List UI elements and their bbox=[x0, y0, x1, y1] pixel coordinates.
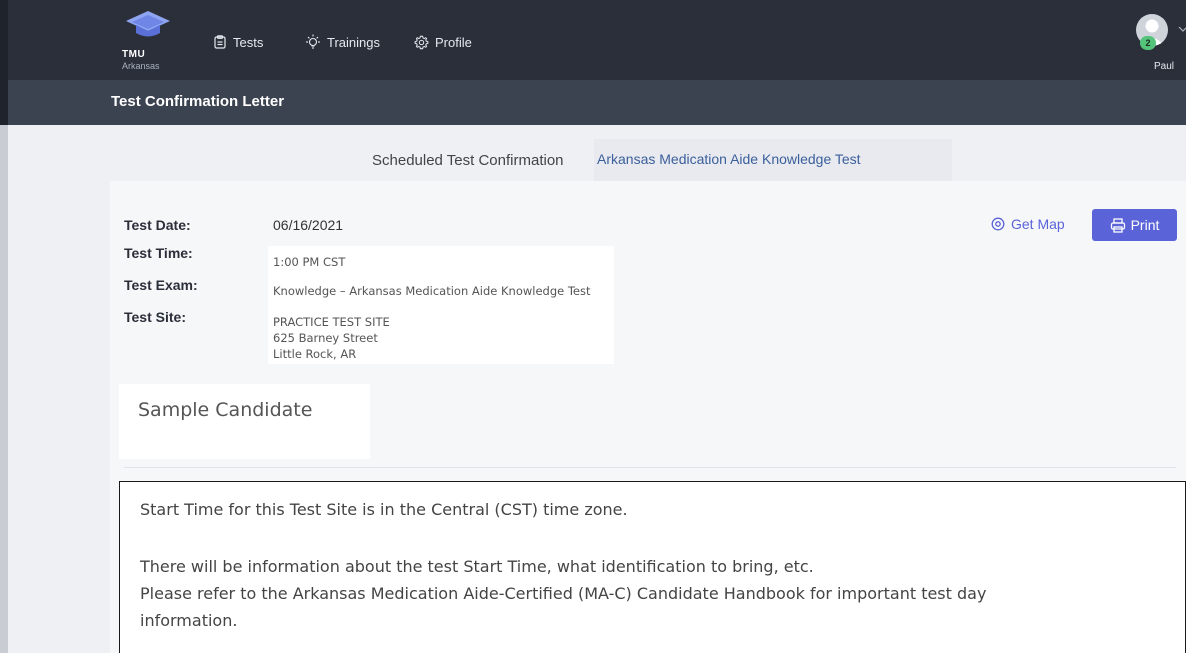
test-exam-value: Knowledge – Arkansas Medication Aide Kno… bbox=[273, 284, 591, 298]
nav-tests[interactable]: Tests bbox=[213, 32, 263, 52]
note-line-3: Please refer to the Arkansas Medication … bbox=[140, 584, 987, 603]
nav-trainings[interactable]: Trainings bbox=[305, 32, 380, 52]
bulb-icon bbox=[306, 34, 320, 49]
get-map-label: Get Map bbox=[1011, 216, 1065, 232]
candidate-name: Sample Candidate bbox=[138, 399, 313, 421]
divider bbox=[124, 467, 1176, 468]
top-navbar: TMU Arkansas Tests Trainings Profile 2 P… bbox=[0, 0, 1186, 80]
graduation-cap-icon bbox=[126, 11, 170, 37]
nav-profile-label: Profile bbox=[435, 34, 472, 50]
test-time-label: Test Time: bbox=[124, 245, 193, 261]
notification-badge: 2 bbox=[1140, 36, 1156, 50]
brand-subtitle: Arkansas bbox=[122, 61, 160, 71]
note-line-2: There will be information about the test… bbox=[140, 557, 814, 576]
scheduled-label: Scheduled Test Confirmation bbox=[372, 152, 564, 169]
logo[interactable]: TMU Arkansas bbox=[114, 9, 184, 73]
location-pin-icon bbox=[991, 217, 1005, 231]
test-exam-label: Test Exam: bbox=[124, 277, 198, 293]
test-date-value: 06/16/2021 bbox=[273, 217, 344, 233]
clipboard-icon bbox=[214, 35, 226, 49]
nav-profile[interactable]: Profile bbox=[414, 32, 472, 52]
scheduled-test-name: Arkansas Medication Aide Knowledge Test bbox=[594, 139, 952, 181]
print-label: Print bbox=[1130, 217, 1160, 233]
test-site-label: Test Site: bbox=[124, 309, 186, 325]
test-site-street: 625 Barney Street bbox=[273, 331, 378, 345]
gear-icon bbox=[414, 35, 429, 49]
test-time-value: 1:00 PM CST bbox=[273, 255, 346, 269]
nav-tests-label: Tests bbox=[233, 34, 264, 50]
user-menu[interactable]: 2 Paul bbox=[1136, 14, 1186, 74]
candidate-box bbox=[119, 384, 370, 459]
brand-name: TMU bbox=[122, 49, 146, 60]
nav-trainings-label: Trainings bbox=[327, 34, 380, 50]
username: Paul bbox=[1154, 61, 1175, 72]
test-site-city: Little Rock, AR bbox=[273, 347, 357, 361]
printer-icon bbox=[1110, 217, 1125, 233]
page-title: Test Confirmation Letter bbox=[111, 93, 285, 110]
note-line-4: information. bbox=[140, 611, 238, 630]
test-site-name: PRACTICE TEST SITE bbox=[273, 315, 390, 329]
print-button[interactable]: Print bbox=[1092, 209, 1177, 241]
page-header: Test Confirmation Letter bbox=[0, 80, 1186, 125]
note-line-1: Start Time for this Test Site is in the … bbox=[140, 500, 628, 519]
left-edge bbox=[0, 125, 8, 653]
chevron-down-icon[interactable] bbox=[1178, 26, 1186, 33]
test-date-label: Test Date: bbox=[124, 217, 191, 233]
get-map-link[interactable]: Get Map bbox=[991, 216, 1065, 232]
